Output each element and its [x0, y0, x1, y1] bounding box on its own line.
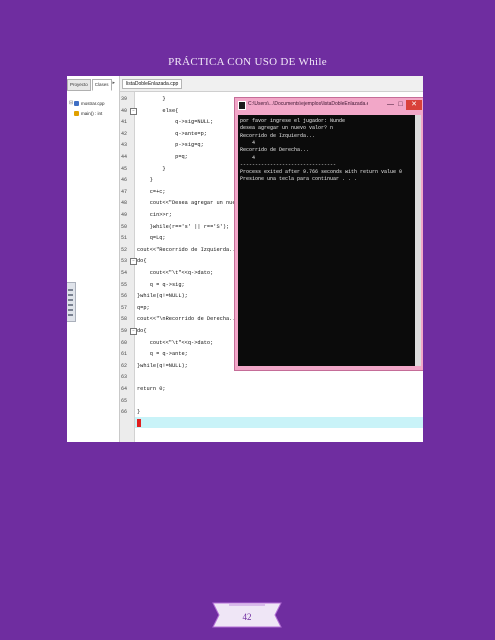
console-titlebar[interactable]: C:\Users\...\Documents\ejemplos\listaDob…: [235, 98, 423, 112]
code-line: }: [137, 177, 153, 184]
class-tree: ⊟ mostrar.cpp main() : int: [69, 98, 105, 118]
line-number: 60: [121, 339, 128, 346]
fold-toggle-icon[interactable]: −: [130, 258, 137, 266]
code-line: p=q;: [137, 154, 188, 160]
tab-proyecto[interactable]: Proyecto: [67, 79, 91, 91]
line-number: 39: [121, 96, 128, 102]
line-number: 41: [121, 119, 128, 126]
code-line: cout<<"\t"<<q->dato;: [137, 339, 214, 346]
panel-splitter-handle[interactable]: [67, 282, 76, 322]
minimize-button[interactable]: —: [386, 100, 395, 110]
page-number: 42: [242, 612, 252, 622]
console-line: 4: [240, 139, 256, 146]
line-number: 66: [121, 409, 128, 416]
code-line: cout<<"\t"<<q->dato;: [137, 270, 214, 276]
line-number: 57: [121, 304, 128, 311]
code-line: }while(q!=NULL);: [137, 293, 188, 300]
code-line: do{: [137, 258, 147, 265]
line-number: 43: [121, 142, 128, 149]
line-number: 44: [121, 154, 128, 160]
code-line: }while(r=='s' || r=='S');: [137, 223, 230, 230]
code-line: }: [137, 96, 166, 102]
code-line: q=Lq;: [137, 235, 166, 242]
console-line: Recorrido de Derecha...: [240, 147, 310, 154]
editor-tabbar: listaDobleEnlazada.cpp: [120, 76, 423, 92]
fold-toggle-icon[interactable]: −: [130, 107, 137, 115]
current-line-highlight: [135, 417, 423, 428]
line-number: 64: [121, 386, 128, 392]
line-number: 51: [121, 235, 128, 242]
line-number: 63: [121, 374, 128, 381]
tree-item-file[interactable]: ⊟ mostrar.cpp: [69, 98, 105, 108]
line-number: 47: [121, 188, 128, 195]
console-line: Recorrido de Izquierda...: [240, 132, 316, 139]
line-number: 55: [121, 281, 128, 288]
line-number: 53: [121, 258, 128, 265]
code-line: return 0;: [137, 386, 166, 392]
code-line: q->sig=NULL;: [137, 119, 214, 126]
project-panel: Proyecto Clases ▸ ⊟ mostrar.cpp main() :…: [67, 76, 120, 442]
console-scrollbar[interactable]: [415, 115, 421, 366]
code-line: }: [137, 409, 141, 416]
tree-item-function[interactable]: main() : int: [69, 108, 105, 118]
console-app-icon: [238, 101, 246, 110]
close-button[interactable]: ✕: [406, 100, 422, 110]
code-line: do{: [137, 328, 147, 334]
code-line: }: [137, 165, 166, 172]
line-number: 49: [121, 212, 128, 218]
editor-tab-file[interactable]: listaDobleEnlazada.cpp: [122, 79, 183, 89]
code-line: q=p;: [137, 304, 150, 311]
line-number: 45: [121, 165, 128, 172]
console-line: Process exited after 9.766 seconds with …: [240, 169, 403, 176]
line-number: 65: [121, 397, 128, 404]
fold-toggle-icon[interactable]: −: [130, 328, 137, 335]
line-number: 54: [121, 270, 128, 276]
console-line: --------------------------------: [240, 161, 337, 168]
code-line: p->sig=q;: [137, 142, 204, 149]
line-number: 62: [121, 362, 128, 369]
line-number: 59: [121, 328, 128, 334]
ide-screenshot: Proyecto Clases ▸ ⊟ mostrar.cpp main() :…: [67, 76, 423, 442]
maximize-button[interactable]: □: [396, 100, 405, 110]
console-line: desea agregar un nuevo valor? n: [240, 125, 334, 132]
line-number: 50: [121, 223, 128, 230]
line-number: 40: [121, 107, 128, 114]
line-number: 61: [121, 351, 128, 358]
tree-item-label: main() : int: [81, 110, 103, 116]
line-number: 56: [121, 293, 128, 300]
page-number-badge: 42: [207, 599, 287, 631]
text-caret: [137, 419, 141, 427]
tab-scroll-icon[interactable]: ▸: [113, 79, 116, 91]
console-line: Presione una tecla para continuar . . .: [240, 176, 358, 183]
function-icon: [74, 110, 79, 116]
code-line: q = q->sig;: [137, 281, 185, 288]
code-line: c=+c;: [137, 188, 166, 195]
code-line: }while(q!=NULL);: [137, 362, 188, 369]
code-line: else{: [137, 107, 179, 114]
tab-clases[interactable]: Clases: [91, 79, 112, 91]
line-number: 48: [121, 200, 128, 207]
line-number: 52: [121, 246, 128, 253]
line-number: 42: [121, 130, 128, 137]
project-tabs: Proyecto Clases ▸: [67, 79, 115, 91]
console-output: por favor ingrese el jugador: Nunde desea…: [238, 115, 421, 366]
page-title: PRÁCTICA CON USO DE While: [168, 56, 327, 68]
file-icon: [74, 100, 79, 106]
code-line: cin>>r;: [137, 212, 172, 218]
line-number: 46: [121, 177, 128, 184]
console-window[interactable]: C:\Users\...\Documents\ejemplos\listaDob…: [234, 97, 423, 371]
line-number: 58: [121, 316, 128, 323]
console-line: por favor ingrese el jugador: Nunde: [240, 118, 346, 124]
console-line: 4: [240, 154, 256, 161]
code-line: q->ante=p;: [137, 130, 207, 137]
console-title-text: C:\Users\...\Documents\ejemplos\listaDob…: [248, 101, 368, 107]
line-number-gutter: 39 40 41 42 43 44 45 46 47 48 49 50 51 52 53 54 55 56 57 58…: [120, 92, 137, 442]
code-line: q = q->ante;: [137, 351, 188, 358]
tree-item-label: mostrar.cpp: [81, 100, 105, 106]
